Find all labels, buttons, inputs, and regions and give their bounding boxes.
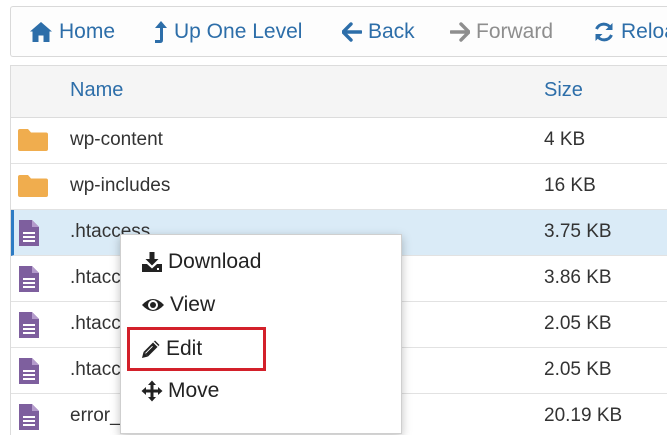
home-button[interactable]: Home	[29, 17, 115, 47]
context-menu: Download View Edit Move	[120, 234, 402, 434]
file-icon	[17, 265, 41, 298]
table-row[interactable]: wp-content 4 KB	[11, 118, 667, 164]
file-name: wp-content	[70, 129, 163, 150]
level-up-icon	[155, 21, 167, 43]
back-label: Back	[368, 20, 415, 43]
pencil-icon	[142, 340, 160, 358]
arrow-right-icon	[450, 22, 470, 42]
move-icon	[141, 380, 163, 402]
forward-label: Forward	[476, 20, 554, 43]
file-size: 3.75 KB	[544, 221, 612, 242]
view-label: View	[170, 293, 216, 316]
file-size: 3.86 KB	[544, 267, 612, 288]
move-label: Move	[168, 379, 220, 402]
file-name: wp-includes	[70, 175, 171, 196]
table-row[interactable]: wp-includes 16 KB	[11, 164, 667, 210]
edit-label: Edit	[166, 337, 203, 360]
file-icon	[17, 357, 41, 390]
home-icon	[30, 22, 52, 42]
file-icon	[17, 219, 41, 252]
refresh-icon	[595, 22, 613, 42]
column-header-name[interactable]: Name	[70, 79, 123, 102]
home-label: Home	[59, 20, 116, 43]
eye-icon	[142, 299, 164, 311]
file-size: 2.05 KB	[544, 359, 612, 380]
file-size: 4 KB	[544, 129, 586, 150]
folder-icon	[17, 173, 49, 204]
arrow-left-icon	[342, 22, 362, 42]
download-label: Download	[168, 250, 262, 273]
file-name: .htacc	[70, 359, 121, 380]
table-header: Name Size	[11, 66, 667, 118]
back-button[interactable]: Back	[342, 17, 415, 47]
file-icon	[17, 403, 41, 435]
file-size: 16 KB	[544, 175, 596, 196]
column-header-size[interactable]: Size	[544, 79, 583, 102]
forward-button[interactable]: Forward	[450, 17, 553, 47]
move-menu-item[interactable]: Move	[141, 376, 219, 406]
file-name: .htacc	[70, 313, 121, 334]
reload-label: Reload	[621, 20, 667, 43]
up-one-level-button[interactable]: Up One Level	[154, 17, 302, 47]
file-name: .htacc	[70, 267, 121, 288]
file-manager-toolbar: Home Up One Level Back Forward Reload	[10, 6, 667, 57]
edit-menu-item[interactable]: Edit	[141, 334, 202, 364]
reload-button[interactable]: Reload	[593, 17, 667, 47]
download-menu-item[interactable]: Download	[141, 247, 261, 277]
file-icon	[17, 311, 41, 344]
up-one-level-label: Up One Level	[174, 20, 303, 43]
view-menu-item[interactable]: View	[141, 290, 215, 320]
file-size: 2.05 KB	[544, 313, 612, 334]
download-icon	[142, 252, 162, 272]
folder-icon	[17, 127, 49, 158]
